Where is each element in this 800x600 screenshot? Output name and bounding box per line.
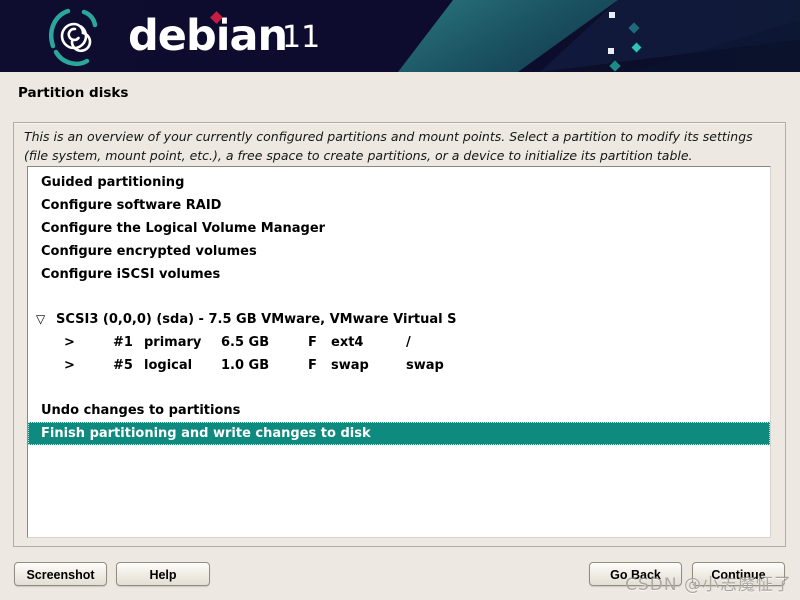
installer-window: debian 11 Partition disks This is an ove… — [0, 0, 800, 600]
deco-square — [609, 12, 615, 18]
brand-logo-text: debian — [128, 8, 287, 64]
list-item-guided-partitioning[interactable]: Guided partitioning — [28, 171, 770, 194]
brand-name: debian — [128, 11, 287, 61]
partition-row-1[interactable]: > #1 primary 6.5 GB F ext4 / — [28, 331, 770, 354]
partition-list: Guided partitioning Configure software R… — [27, 166, 771, 538]
partition-flag: F — [308, 331, 317, 354]
partition-marker-icon: > — [64, 354, 75, 377]
partition-panel: This is an overview of your currently co… — [13, 122, 786, 547]
panel-description: This is an overview of your currently co… — [24, 127, 775, 166]
debian-swirl-icon — [42, 4, 104, 70]
partition-row-5[interactable]: > #5 logical 1.0 GB F swap swap — [28, 354, 770, 377]
partition-type: primary — [144, 331, 201, 354]
deco-square — [608, 48, 614, 54]
partition-mountpoint: swap — [406, 354, 444, 377]
go-back-button[interactable]: Go Back — [589, 562, 682, 586]
list-item-configure-raid[interactable]: Configure software RAID — [28, 194, 770, 217]
list-item-configure-encrypted[interactable]: Configure encrypted volumes — [28, 240, 770, 263]
list-spacer — [28, 286, 770, 308]
list-item-finish-partitioning[interactable]: Finish partitioning and write changes to… — [28, 422, 770, 445]
continue-button[interactable]: Continue — [692, 562, 785, 586]
partition-number: #5 — [113, 354, 133, 377]
disk-label: SCSI3 (0,0,0) (sda) - 7.5 GB VMware, VMw… — [56, 308, 456, 331]
list-item-configure-iscsi[interactable]: Configure iSCSI volumes — [28, 263, 770, 286]
list-spacer — [28, 377, 770, 399]
partition-type: logical — [144, 354, 192, 377]
expander-triangle-icon[interactable]: ▽ — [36, 308, 45, 331]
partition-number: #1 — [113, 331, 133, 354]
list-item-configure-lvm[interactable]: Configure the Logical Volume Manager — [28, 217, 770, 240]
partition-mountpoint: / — [406, 331, 411, 354]
help-button[interactable]: Help — [116, 562, 210, 586]
disk-row[interactable]: ▽ SCSI3 (0,0,0) (sda) - 7.5 GB VMware, V… — [28, 308, 770, 331]
header-banner: debian 11 — [0, 0, 800, 72]
page-title: Partition disks — [18, 85, 128, 101]
partition-size: 6.5 GB — [221, 331, 269, 354]
version-number: 11 — [282, 16, 320, 60]
partition-size: 1.0 GB — [221, 354, 269, 377]
partition-filesystem: ext4 — [331, 331, 363, 354]
partition-filesystem: swap — [331, 354, 369, 377]
partition-flag: F — [308, 354, 317, 377]
list-item-undo-changes[interactable]: Undo changes to partitions — [28, 399, 770, 422]
screenshot-button[interactable]: Screenshot — [14, 562, 107, 586]
partition-marker-icon: > — [64, 331, 75, 354]
